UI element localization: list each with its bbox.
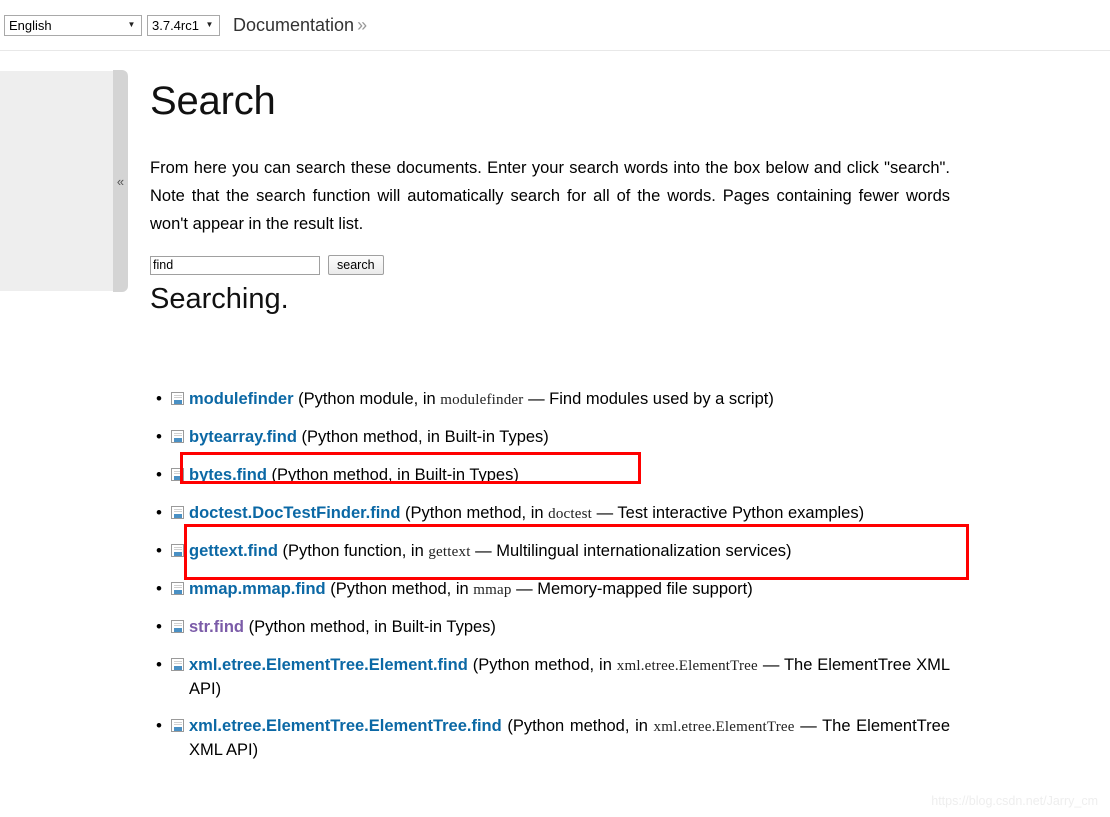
- breadcrumb-separator: »: [357, 15, 367, 35]
- sidebar-panel: [0, 71, 113, 291]
- document-page-icon: [171, 506, 184, 519]
- result-context-after: — Test interactive Python examples): [592, 504, 864, 522]
- document-page-icon: [171, 719, 184, 732]
- search-input[interactable]: [150, 256, 320, 275]
- list-item: str.find (Python method, in Built-in Typ…: [150, 616, 950, 640]
- result-context-after: — Multilingual internationalization serv…: [471, 542, 792, 560]
- result-module-code: modulefinder: [440, 392, 523, 408]
- list-item: xml.etree.ElementTree.Element.find (Pyth…: [150, 654, 950, 701]
- result-module-code: mmap: [473, 582, 511, 598]
- language-select[interactable]: English ▼: [4, 15, 142, 36]
- version-select[interactable]: 3.7.4rc1 ▼: [147, 15, 220, 36]
- document-page-icon: [171, 658, 184, 671]
- version-select-value: 3.7.4rc1: [152, 18, 202, 33]
- top-related-bar: English ▼ 3.7.4rc1 ▼ Documentation»: [0, 0, 1110, 51]
- document-page-icon: [171, 392, 184, 405]
- search-button[interactable]: search: [328, 255, 384, 275]
- search-results-list: modulefinder (Python module, in modulefi…: [150, 316, 950, 762]
- result-context-after: — Memory-mapped file support): [512, 580, 753, 598]
- result-link[interactable]: doctest.DocTestFinder.find: [189, 504, 400, 522]
- main-content: Search From here you can search these do…: [150, 51, 950, 776]
- language-select-value: English: [9, 18, 124, 33]
- document-page-icon: [171, 430, 184, 443]
- result-link[interactable]: xml.etree.ElementTree.Element.find: [189, 656, 468, 674]
- list-item: mmap.mmap.find (Python method, in mmap —…: [150, 578, 950, 602]
- watermark: https://blog.csdn.net/Jarry_cm: [931, 794, 1098, 808]
- document-page-icon: [171, 468, 184, 481]
- double-chevron-left-icon: «: [117, 174, 124, 189]
- result-context-before: (Python function, in: [278, 542, 428, 560]
- result-link[interactable]: gettext.find: [189, 542, 278, 560]
- document-page-icon: [171, 582, 184, 595]
- page-title: Search: [150, 51, 950, 124]
- result-context-after: — Find modules used by a script): [523, 390, 773, 408]
- result-link[interactable]: mmap.mmap.find: [189, 580, 326, 598]
- list-item: bytes.find (Python method, in Built-in T…: [150, 464, 950, 488]
- result-link[interactable]: xml.etree.ElementTree.ElementTree.find: [189, 717, 502, 735]
- result-context-before: (Python method, in: [326, 580, 474, 598]
- list-item: bytearray.find (Python method, in Built-…: [150, 426, 950, 450]
- result-context-before: (Python module, in: [294, 390, 441, 408]
- result-module-code: gettext: [428, 544, 470, 560]
- page-body: « Search From here you can search these …: [0, 51, 1110, 817]
- list-item: modulefinder (Python module, in modulefi…: [150, 388, 950, 412]
- result-module-code: doctest: [548, 506, 592, 522]
- list-item: doctest.DocTestFinder.find (Python metho…: [150, 502, 950, 526]
- result-module-code: xml.etree.ElementTree: [617, 658, 758, 674]
- intro-paragraph: From here you can search these documents…: [150, 124, 950, 238]
- chevron-down-icon: ▼: [202, 21, 219, 29]
- result-context-before: (Python method, in Built-in Types): [297, 428, 549, 446]
- breadcrumb-documentation-link[interactable]: Documentation: [233, 15, 354, 35]
- breadcrumb: Documentation»: [233, 15, 367, 36]
- sidebar-collapse-handle[interactable]: «: [113, 70, 128, 292]
- list-item: gettext.find (Python function, in gettex…: [150, 540, 950, 564]
- result-context-before: (Python method, in: [400, 504, 548, 522]
- list-item: xml.etree.ElementTree.ElementTree.find (…: [150, 715, 950, 762]
- result-link[interactable]: modulefinder: [189, 390, 294, 408]
- document-page-icon: [171, 620, 184, 633]
- result-context-before: (Python method, in Built-in Types): [267, 466, 519, 484]
- result-context-before: (Python method, in: [468, 656, 617, 674]
- search-form: search: [150, 255, 950, 275]
- result-link[interactable]: bytes.find: [189, 466, 267, 484]
- result-module-code: xml.etree.ElementTree: [654, 719, 795, 735]
- result-context-before: (Python method, in Built-in Types): [244, 618, 496, 636]
- result-context-before: (Python method, in: [502, 717, 654, 735]
- document-page-icon: [171, 544, 184, 557]
- chevron-down-icon: ▼: [124, 21, 141, 29]
- search-status-heading: Searching.: [150, 275, 950, 316]
- result-link[interactable]: str.find: [189, 618, 244, 636]
- result-link[interactable]: bytearray.find: [189, 428, 297, 446]
